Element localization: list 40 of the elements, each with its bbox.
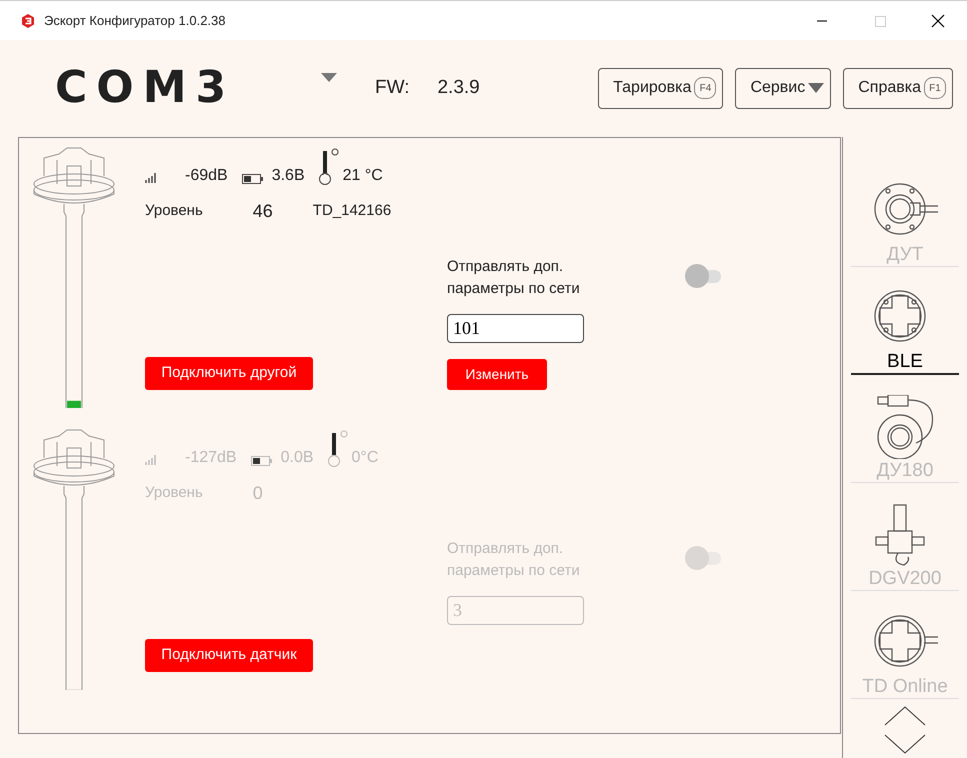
key-badge: F4	[694, 77, 716, 99]
connect-button[interactable]: Подключить другой	[145, 357, 313, 390]
signal-strength: -69dB	[185, 166, 228, 186]
scroll-down-icon[interactable]	[883, 733, 927, 755]
connect-button[interactable]: Подключить датчик	[145, 639, 313, 672]
toggle-switch[interactable]	[685, 546, 723, 570]
signal-icon	[145, 455, 157, 465]
header-button[interactable]: Справка F1	[843, 68, 953, 108]
change-button[interactable]: Изменить	[447, 359, 547, 390]
battery-voltage: 3.6В	[272, 166, 305, 186]
dropdown-caret-icon[interactable]	[321, 73, 337, 83]
toggle-switch[interactable]	[685, 264, 723, 288]
level-label: Уровень	[145, 483, 203, 503]
caret-icon	[808, 82, 824, 94]
sensor-type-tab[interactable]: BLE	[851, 267, 959, 375]
thermometer-icon	[328, 430, 350, 470]
thermometer-icon	[318, 148, 341, 188]
firmware-version: 2.3.9	[437, 76, 480, 100]
level-value: 46	[252, 200, 274, 223]
send-parameters-label: Отправлять доп. параметры по сети	[447, 539, 581, 581]
port-title: COM3	[55, 61, 236, 115]
app-logo-icon	[20, 13, 36, 30]
temperature: 0°C	[352, 448, 378, 468]
header-button[interactable]: Тарировка F4	[598, 68, 724, 108]
window-title: Эскорт Конфигуратор 1.0.2.38	[44, 12, 226, 30]
firmware-label: FW:	[375, 76, 410, 100]
sensor-name: TD_142166	[312, 201, 392, 221]
level-label: Уровень	[145, 201, 203, 221]
signal-strength: -127dB	[185, 448, 237, 468]
key-badge: F1	[924, 77, 946, 99]
header-button[interactable]: Сервис	[735, 68, 832, 108]
send-parameters-label: Отправлять доп. параметры по сети	[447, 257, 581, 299]
network-number-field[interactable]: 101	[447, 314, 584, 343]
scroll-up-icon[interactable]	[883, 705, 927, 727]
temperature: 21 °C	[342, 166, 383, 186]
battery-icon	[250, 456, 273, 466]
battery-voltage: 0.0В	[280, 448, 314, 468]
battery-icon	[242, 174, 264, 184]
level-value: 0	[252, 482, 264, 505]
signal-icon	[145, 173, 157, 183]
